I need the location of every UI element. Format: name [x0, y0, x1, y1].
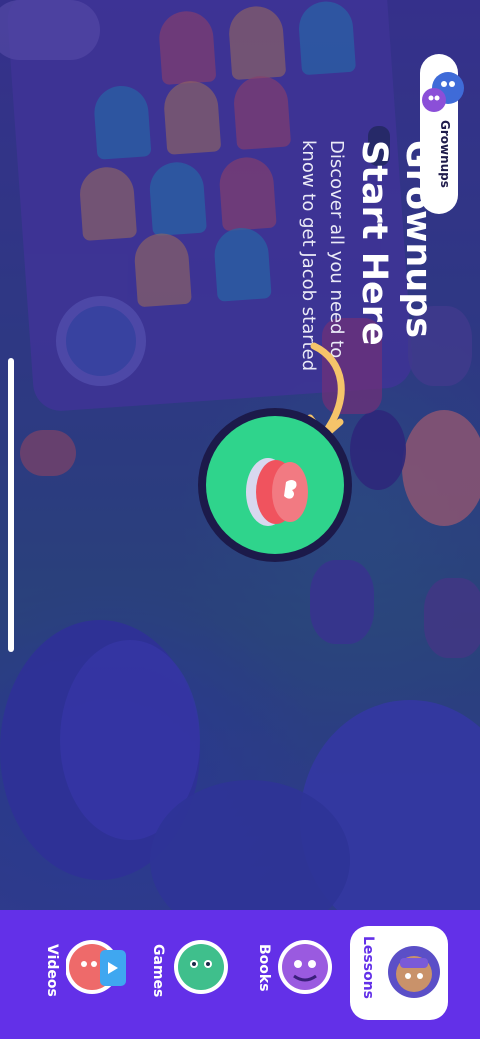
nav-item-videos[interactable]: Videos	[44, 910, 136, 1039]
books-character-icon	[278, 940, 332, 994]
games-character-icon	[174, 940, 228, 994]
nav-label-books: Books	[256, 944, 272, 992]
bottom-navigation: Lessons Books Games Videos	[0, 910, 480, 1039]
nav-item-games[interactable]: Games	[150, 910, 242, 1039]
nav-label-games: Games	[150, 944, 166, 998]
nav-label-lessons: Lessons	[360, 936, 376, 999]
welcome-title-line1: Grownups	[398, 140, 438, 339]
videos-character-icon	[66, 940, 126, 994]
start-button-face	[206, 416, 344, 554]
start-here-button[interactable]	[198, 408, 352, 562]
nav-item-lessons[interactable]: Lessons	[350, 926, 448, 1020]
lessons-character-icon	[388, 946, 440, 998]
nav-item-books[interactable]: Books	[256, 910, 342, 1039]
grownups-label: Grownups	[438, 120, 452, 188]
hand-press-icon	[246, 458, 308, 526]
grownups-avatar-icon	[422, 72, 464, 112]
nav-label-videos: Videos	[44, 944, 60, 997]
scroll-indicator[interactable]	[8, 358, 14, 652]
